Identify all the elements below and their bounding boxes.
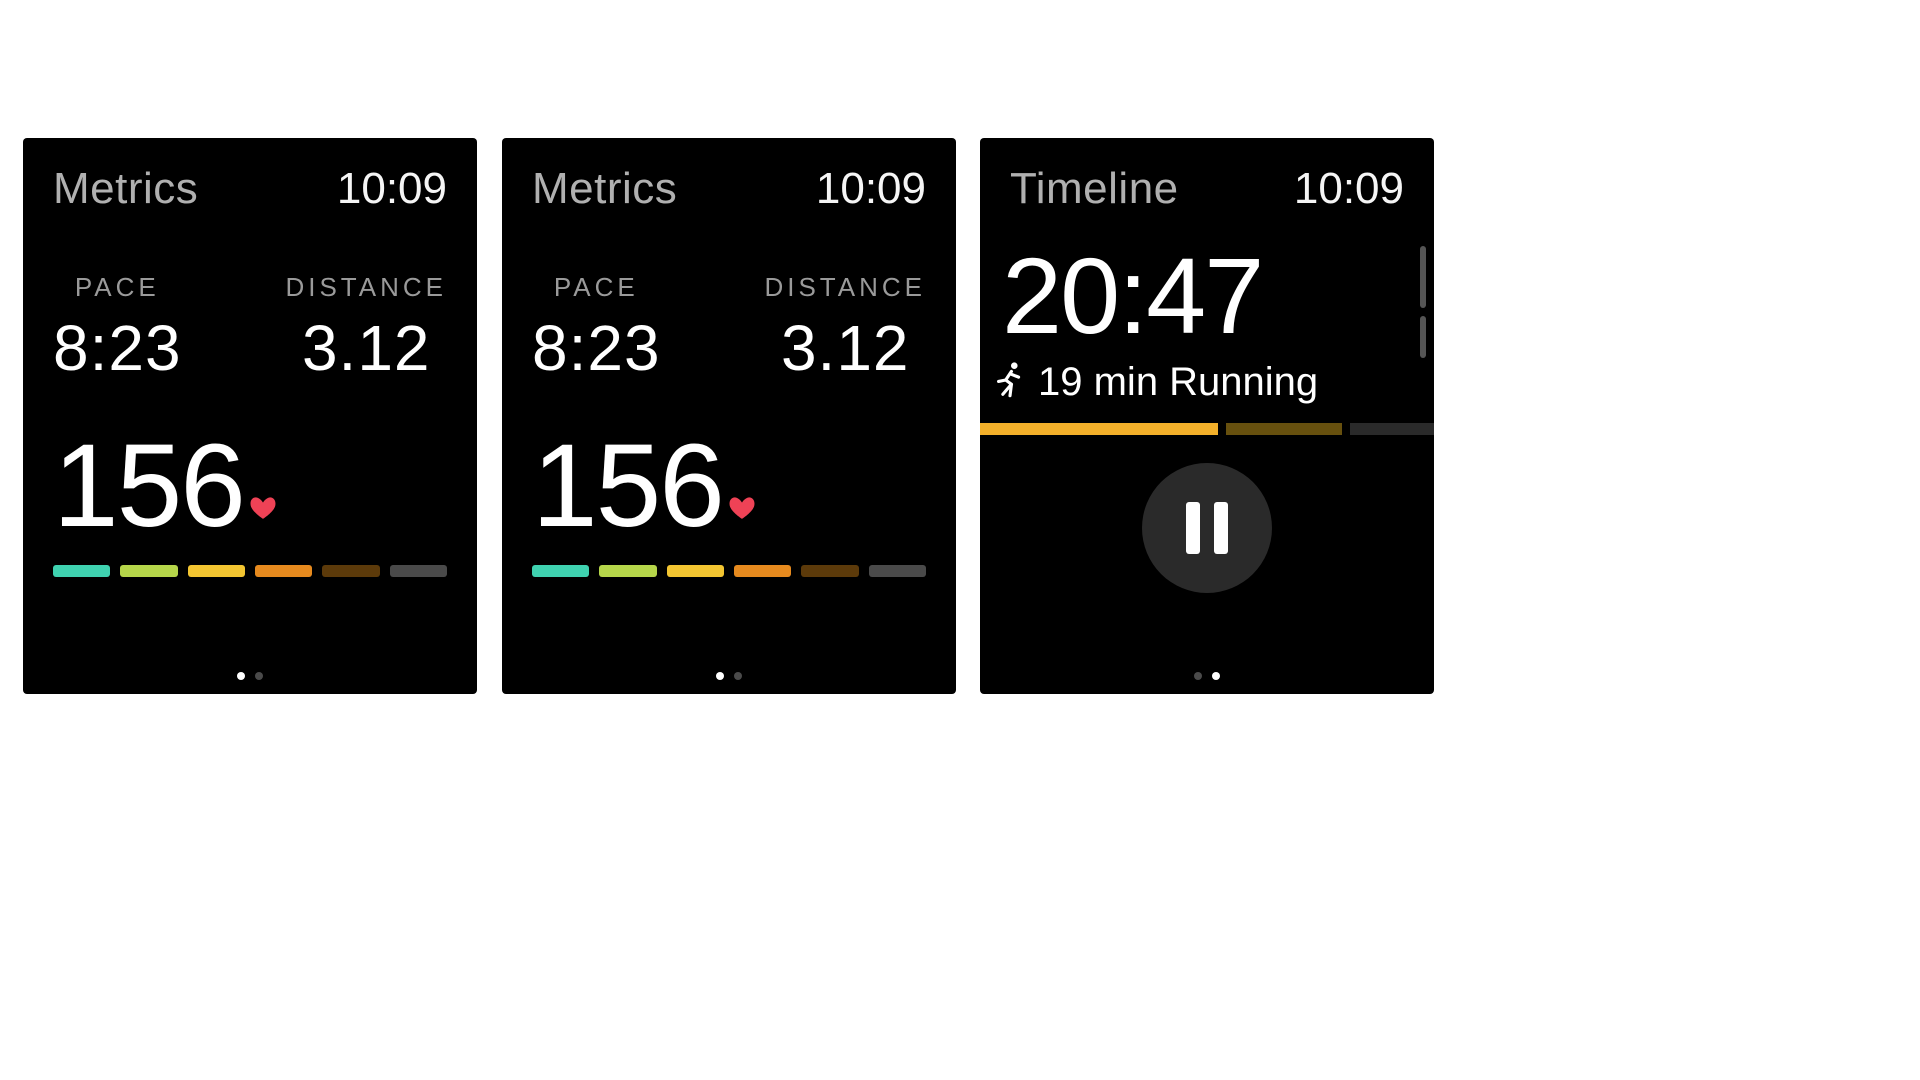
metric-distance: DISTANCE 3.12 bbox=[285, 272, 447, 385]
zone-segment bbox=[801, 565, 858, 577]
zone-segment bbox=[734, 565, 791, 577]
clock-time: 10:09 bbox=[816, 164, 926, 214]
clock-time: 10:09 bbox=[337, 164, 447, 214]
timeline-segment bbox=[1226, 423, 1341, 435]
zone-segment bbox=[599, 565, 656, 577]
zone-segment bbox=[532, 565, 589, 577]
activity-row: 19 min Running bbox=[980, 350, 1434, 405]
screen-title: Metrics bbox=[53, 164, 198, 214]
scroll-indicator[interactable] bbox=[1420, 246, 1426, 308]
zone-segment bbox=[120, 565, 177, 577]
heart-icon bbox=[250, 496, 276, 525]
zone-segment bbox=[667, 565, 724, 577]
page-dot[interactable] bbox=[1194, 672, 1202, 680]
watch-screen-metrics: Metrics 10:09 PACE 8:23 DISTANCE 3.12 15… bbox=[502, 138, 956, 694]
zone-segment bbox=[869, 565, 926, 577]
zone-segment bbox=[390, 565, 447, 577]
page-indicator[interactable] bbox=[502, 672, 956, 680]
heart-rate-value: 156 bbox=[53, 433, 244, 539]
page-indicator[interactable] bbox=[23, 672, 477, 680]
activity-label: 19 min Running bbox=[1038, 360, 1318, 405]
page-dot[interactable] bbox=[716, 672, 724, 680]
pause-button[interactable] bbox=[1142, 463, 1272, 593]
metric-value: 8:23 bbox=[53, 311, 182, 385]
metric-label: DISTANCE bbox=[764, 272, 926, 303]
watch-screen-metrics: Metrics 10:09 PACE 8:23 DISTANCE 3.12 15… bbox=[23, 138, 477, 694]
page-dot[interactable] bbox=[734, 672, 742, 680]
watch-screen-timeline: Timeline 10:09 20:47 19 min Running bbox=[980, 138, 1434, 694]
timeline-segment bbox=[1350, 423, 1434, 435]
metric-value: 8:23 bbox=[532, 311, 661, 385]
pause-icon bbox=[1186, 502, 1228, 554]
metric-value: 3.12 bbox=[781, 311, 910, 385]
metric-value: 3.12 bbox=[302, 311, 431, 385]
page-dot[interactable] bbox=[255, 672, 263, 680]
page-dot[interactable] bbox=[1212, 672, 1220, 680]
screen-title: Metrics bbox=[532, 164, 677, 214]
screen-title: Timeline bbox=[1010, 164, 1179, 214]
metric-pace: PACE 8:23 bbox=[532, 272, 661, 385]
timeline-segment bbox=[980, 423, 1218, 435]
running-icon bbox=[992, 360, 1028, 405]
zone-segment bbox=[188, 565, 245, 577]
page-dot[interactable] bbox=[237, 672, 245, 680]
metric-pace: PACE 8:23 bbox=[53, 272, 182, 385]
zone-segment bbox=[255, 565, 312, 577]
metric-label: DISTANCE bbox=[285, 272, 447, 303]
page-indicator[interactable] bbox=[980, 672, 1434, 680]
metric-label: PACE bbox=[75, 272, 160, 303]
heart-rate-value: 156 bbox=[532, 433, 723, 539]
heart-icon bbox=[729, 496, 755, 525]
metric-label: PACE bbox=[554, 272, 639, 303]
zone-segment bbox=[322, 565, 379, 577]
metric-distance: DISTANCE 3.12 bbox=[764, 272, 926, 385]
elapsed-time: 20:47 bbox=[980, 214, 1434, 350]
zone-segment bbox=[53, 565, 110, 577]
timeline-progress-bar bbox=[980, 405, 1434, 435]
clock-time: 10:09 bbox=[1294, 164, 1404, 214]
